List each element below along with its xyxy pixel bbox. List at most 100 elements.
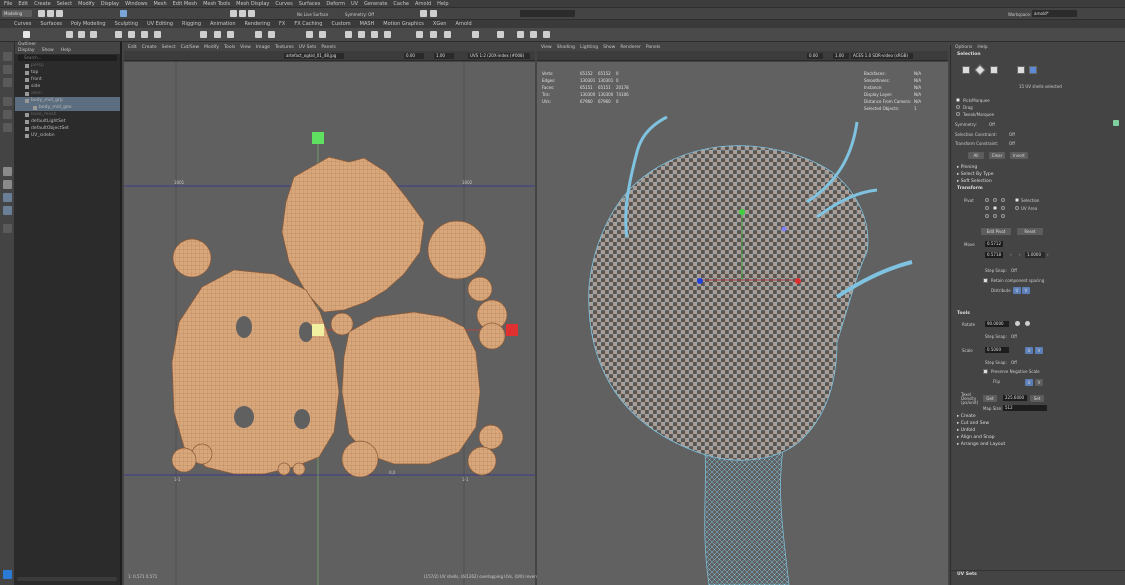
rotate-cw-icon[interactable]: [1025, 321, 1030, 326]
menu-item-mesh[interactable]: Mesh: [153, 1, 166, 7]
menu-item-file[interactable]: File: [4, 1, 12, 7]
pivot-dot-6[interactable]: [1001, 206, 1005, 210]
step-snap-value-1[interactable]: Off: [1011, 268, 1017, 273]
pivot-dot-9[interactable]: [1001, 214, 1005, 218]
tools-header[interactable]: Tools: [951, 310, 1125, 317]
texel-set-button[interactable]: Set: [1030, 395, 1044, 402]
shelf-icon-25[interactable]: [517, 31, 524, 38]
outliner-scrollbar[interactable]: [17, 577, 117, 581]
sel-mode-radio-0[interactable]: [956, 98, 960, 102]
shelf-tab-14[interactable]: Arnold: [455, 21, 471, 27]
menu-item-deform[interactable]: Deform: [326, 1, 345, 7]
menu-item-mesh-tools[interactable]: Mesh Tools: [203, 1, 230, 7]
new-scene-icon[interactable]: [38, 10, 45, 17]
shelf-icon-3[interactable]: [78, 31, 85, 38]
uv-shell-small-10[interactable]: [467, 446, 497, 476]
uv-shell-small-11[interactable]: [277, 462, 291, 476]
outliner-item[interactable]: front: [15, 76, 120, 83]
scale-v-button[interactable]: V: [1035, 347, 1043, 354]
pivot-dot-2[interactable]: [993, 198, 997, 202]
vertex-mode-icon[interactable]: [962, 66, 970, 74]
outliner-item[interactable]: body_mid_grp: [15, 97, 120, 104]
bottom-section-2[interactable]: ▸ Unfold: [951, 427, 1125, 434]
pivot-uvarea-radio[interactable]: [1015, 206, 1019, 210]
transform-header[interactable]: Transform: [951, 185, 1125, 192]
move-left-icon[interactable]: ‹: [1010, 252, 1012, 257]
reset-pivot-button[interactable]: Reset: [1017, 228, 1043, 235]
snap-grid-icon[interactable]: [230, 10, 237, 17]
shelf-icon-4[interactable]: [90, 31, 97, 38]
selection-header[interactable]: Selection: [951, 51, 1125, 58]
shelf-tab-9[interactable]: FX Caching: [294, 21, 322, 27]
render-icon[interactable]: [420, 10, 427, 17]
outliner-item[interactable]: alien: [15, 90, 120, 97]
menu-item-mesh-display[interactable]: Mesh Display: [236, 1, 269, 7]
map-size-field[interactable]: 512: [1003, 405, 1047, 411]
edit-pivot-button[interactable]: Edit Pivot: [981, 228, 1011, 235]
select-invert-button[interactable]: Invert: [1010, 152, 1028, 159]
shelf-icon-12[interactable]: [255, 31, 262, 38]
uvset-dropdown[interactable]: UVS 1:2 (20X-index (#008): [468, 53, 530, 59]
shelf-tab-6[interactable]: Animation: [210, 21, 236, 27]
retain-spacing-checkbox[interactable]: [983, 278, 988, 283]
uv-shell-small-5[interactable]: [330, 312, 354, 336]
shelf-icon-5[interactable]: [115, 31, 122, 38]
snap-curve-icon[interactable]: [239, 10, 246, 17]
shelf-icon-13[interactable]: [268, 31, 275, 38]
distribute-u-button[interactable]: U: [1013, 287, 1021, 294]
workspace-dropdown[interactable]: arnold*: [1032, 10, 1077, 17]
menu-item-surfaces[interactable]: Surfaces: [299, 1, 321, 7]
menu-item-uv[interactable]: UV: [351, 1, 358, 7]
vp-gamma-field[interactable]: 1.00: [833, 53, 849, 59]
pivot-dot-7[interactable]: [985, 214, 989, 218]
move-step-field[interactable]: 1.0000: [1025, 252, 1045, 258]
outliner-item[interactable]: defaultObjectSet: [15, 125, 120, 132]
menu-item-generate[interactable]: Generate: [364, 1, 387, 7]
shelf-icon-19[interactable]: [384, 31, 391, 38]
rotate-ccw-icon[interactable]: [1015, 321, 1020, 326]
distribute-v-button[interactable]: V: [1022, 287, 1030, 294]
shelf-icon-7[interactable]: [141, 31, 148, 38]
shelf-tab-13[interactable]: XGen: [433, 21, 447, 27]
texel-field[interactable]: 225.6000: [1003, 395, 1027, 401]
collapsed-section-1[interactable]: ▸ Select By Type: [951, 171, 1125, 178]
shelf-icon-10[interactable]: [214, 31, 221, 38]
scale-tool-icon[interactable]: [3, 123, 12, 132]
vp-handle-y[interactable]: [739, 209, 745, 215]
shelf-tab-1[interactable]: Surfaces: [40, 21, 62, 27]
vp-colorspace-dropdown[interactable]: ACES 1.0 SDR-video (sRGB): [851, 53, 913, 59]
pivot-dot-8[interactable]: [993, 214, 997, 218]
uvshell-mode-icon[interactable]: [1029, 66, 1037, 74]
bottom-section-4[interactable]: ▸ Arrange and Layout: [951, 441, 1125, 448]
vp-exposure-field[interactable]: 0.00: [807, 53, 823, 59]
collapsed-section-0[interactable]: ▸ Pinning: [951, 164, 1125, 171]
outliner-item[interactable]: top: [15, 69, 120, 76]
menu-item-cache[interactable]: Cache: [393, 1, 409, 7]
uv-shell-small-8[interactable]: [341, 440, 379, 478]
shelf-icon-1[interactable]: [23, 31, 30, 38]
shelf-tab-10[interactable]: Custom: [331, 21, 350, 27]
symmetry-label[interactable]: Symmetry: Off: [345, 12, 374, 17]
outliner-menu-display[interactable]: Display: [18, 48, 35, 54]
shelf-icon-24[interactable]: [497, 31, 504, 38]
uvsets-header[interactable]: UV Sets: [951, 570, 1125, 577]
pivot-dot-4[interactable]: [985, 206, 989, 210]
shelf-tab-12[interactable]: Motion Graphics: [383, 21, 424, 27]
outliner-menu-help[interactable]: Help: [61, 48, 71, 54]
step-snap-value-3[interactable]: Off: [1011, 360, 1017, 365]
move-v-field[interactable]: 0.5718: [985, 252, 1003, 258]
step-snap-value-2[interactable]: Off: [1011, 334, 1017, 339]
shelf-tab-2[interactable]: Poly Modeling: [71, 21, 106, 27]
live-surface-label[interactable]: No Live Surface: [297, 12, 328, 17]
layout-single-icon[interactable]: [3, 167, 12, 176]
shelf-tab-11[interactable]: MASH: [360, 21, 375, 27]
uv-shell-small-1[interactable]: [172, 238, 212, 278]
manip-u-handle[interactable]: [506, 324, 518, 336]
outliner-menu-show[interactable]: Show: [42, 48, 54, 54]
menu-item-windows[interactable]: Windows: [125, 1, 147, 7]
vp-handle-z[interactable]: [697, 278, 703, 284]
outliner-item[interactable]: defaultLightSet: [15, 118, 120, 125]
menu-item-modify[interactable]: Modify: [78, 1, 95, 7]
outliner-item[interactable]: body_mid_geo: [15, 104, 120, 111]
uv-shell-small-9[interactable]: [478, 424, 504, 450]
